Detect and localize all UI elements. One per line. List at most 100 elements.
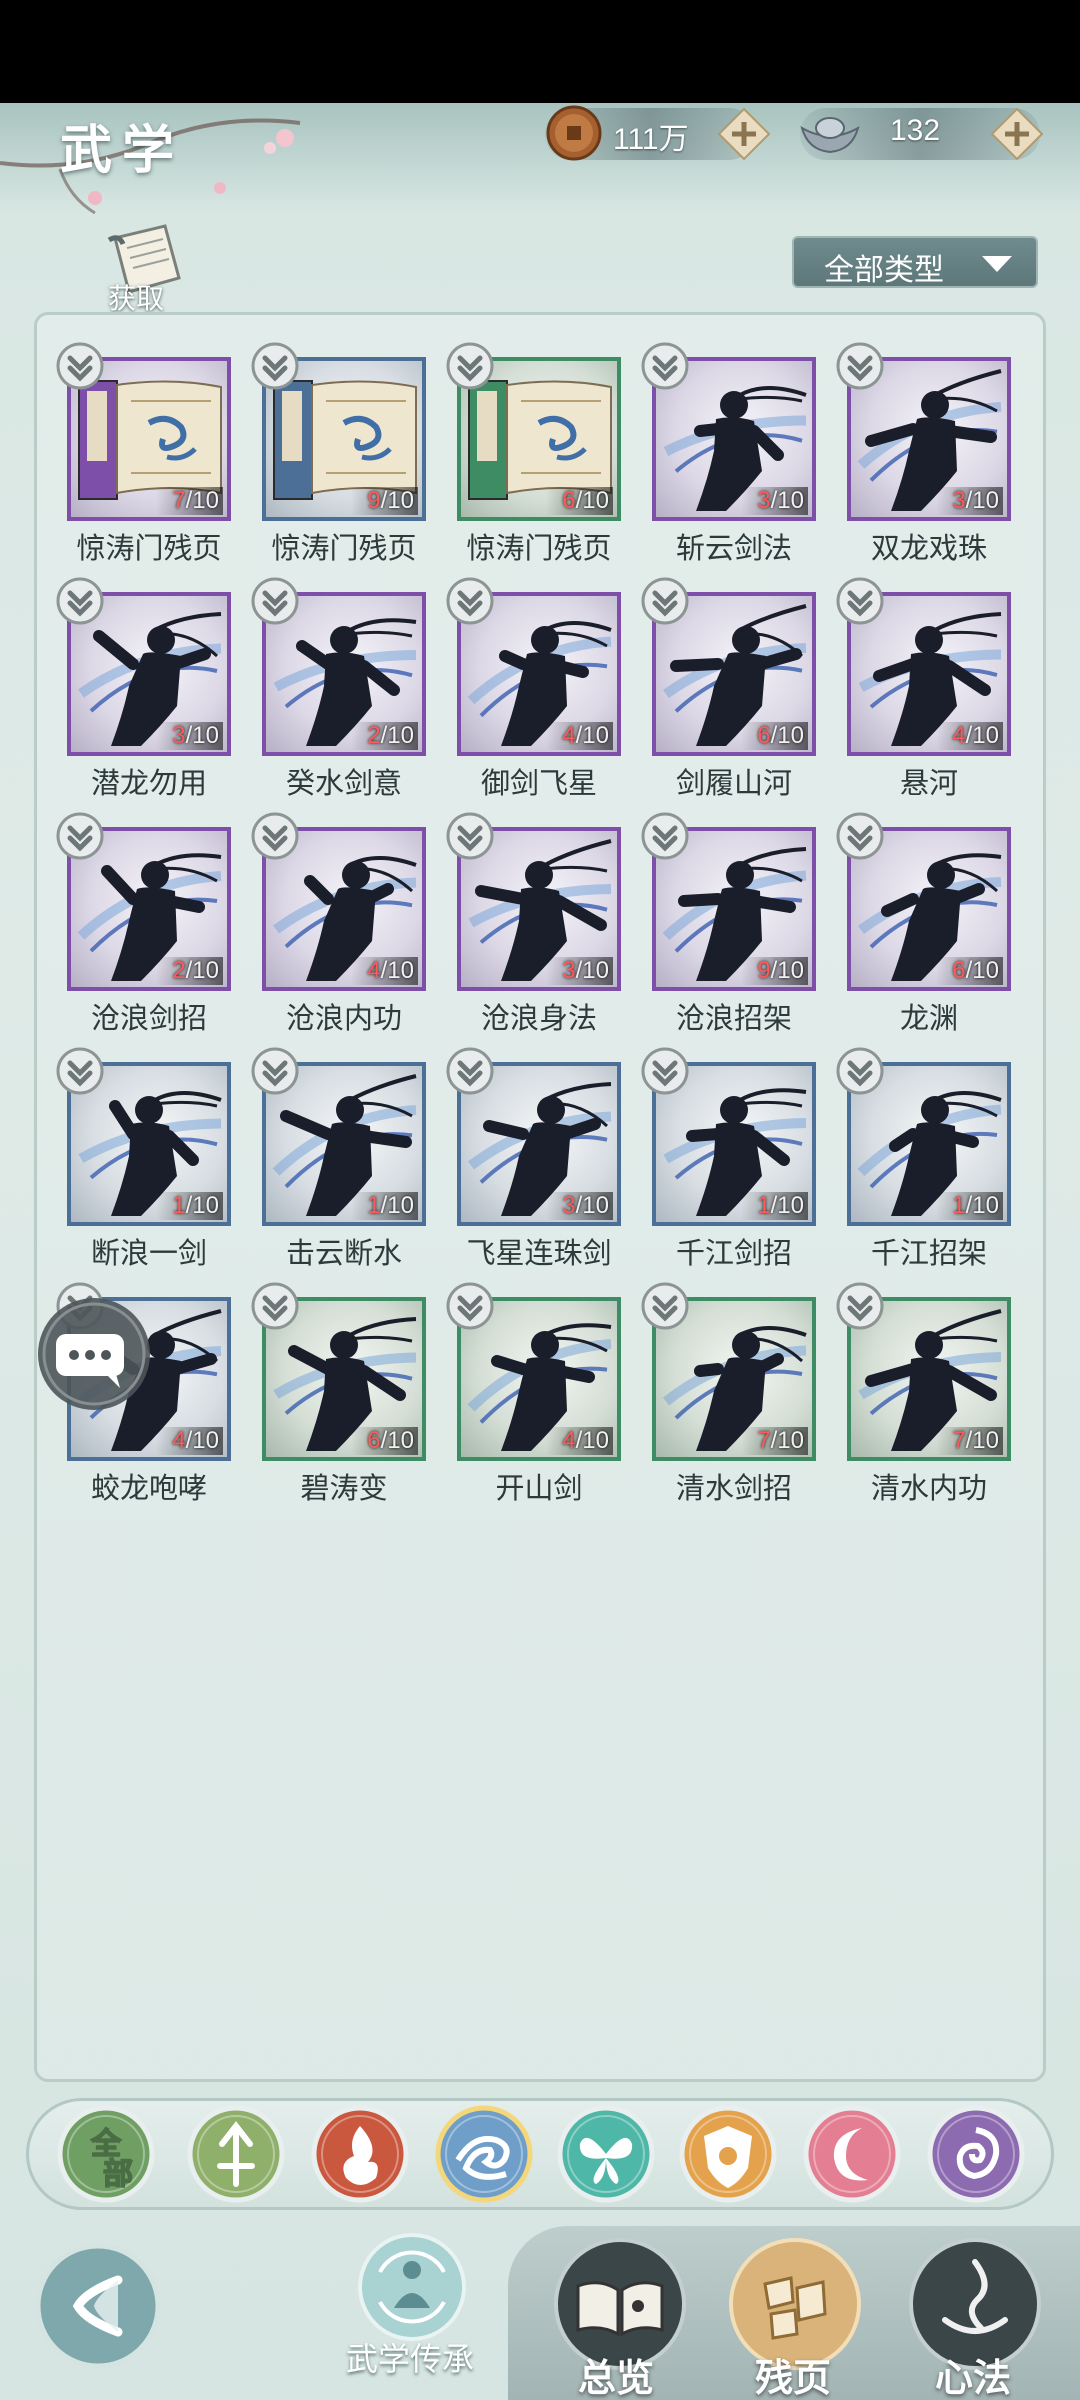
fragment-count: 3/10 (156, 722, 223, 750)
skill-card[interactable]: 3/10 飞星连珠剑 (424, 1017, 621, 1270)
fragment-count-owned: 3 (757, 487, 771, 514)
fragment-count: 7/10 (936, 1427, 1003, 1455)
inheritance-label[interactable]: 武学传承 (346, 2334, 474, 2380)
skill-card[interactable]: 3/10 沧浪身法 (424, 782, 621, 1035)
add-silver-button[interactable] (990, 107, 1044, 161)
skill-card[interactable]: 4/10 御剑飞星 (424, 547, 621, 800)
fragment-count-required: /10 (770, 1192, 804, 1219)
skill-card[interactable]: 7/10 惊涛门残页 (34, 312, 231, 565)
fragment-count-required: /10 (770, 487, 804, 514)
fragment-count: 2/10 (156, 957, 223, 985)
fragment-count-required: /10 (965, 722, 999, 749)
copper-value: 111万 (613, 123, 689, 156)
fragment-count: 7/10 (741, 1427, 808, 1455)
fragment-count-required: /10 (380, 1192, 414, 1219)
fragment-count: 6/10 (741, 722, 808, 750)
skill-card[interactable]: 1/10 千江剑招 (619, 1017, 816, 1270)
skill-card[interactable]: 4/10 开山剑 (424, 1252, 621, 1505)
fragment-count: 3/10 (546, 1192, 613, 1220)
download-badge-icon (641, 577, 689, 625)
fragment-count-owned: 7 (172, 487, 186, 514)
fragment-count-required: /10 (380, 722, 414, 749)
inheritance-icon[interactable] (350, 2232, 474, 2342)
fragment-count-required: /10 (185, 487, 219, 514)
download-badge-icon (251, 1047, 299, 1095)
fragment-count-owned: 4 (562, 1427, 576, 1454)
download-badge-icon (836, 342, 884, 390)
rose-category-icon (927, 2105, 1025, 2203)
arrow-category-tab[interactable] (186, 2104, 286, 2204)
skill-card[interactable]: 3/10 潜龙勿用 (34, 547, 231, 800)
moon-category-tab[interactable] (802, 2104, 902, 2204)
fragment-count-owned: 2 (367, 722, 381, 749)
fragments-label[interactable]: 残页 (755, 2347, 831, 2400)
overview-label[interactable]: 总览 (578, 2347, 654, 2400)
skill-card[interactable]: 1/10 千江招架 (814, 1017, 1011, 1270)
fragment-count: 4/10 (546, 722, 613, 750)
skill-card[interactable]: 3/10 双龙戏珠 (814, 312, 1011, 565)
skill-card[interactable]: 7/10 清水剑招 (619, 1252, 816, 1505)
page-title: 武学 (60, 120, 185, 181)
fragment-count: 4/10 (546, 1427, 613, 1455)
flame-category-icon (311, 2105, 409, 2203)
skill-card[interactable]: 1/10 击云断水 (229, 1017, 426, 1270)
shield-category-tab[interactable] (678, 2104, 778, 2204)
fragment-count-owned: 6 (757, 722, 771, 749)
fragment-count: 1/10 (351, 1192, 418, 1220)
skill-card[interactable]: 6/10 剑履山河 (619, 547, 816, 800)
download-badge-icon (446, 1282, 494, 1330)
fragment-count: 1/10 (741, 1192, 808, 1220)
chat-bubble-button[interactable] (36, 1296, 152, 1412)
skill-card[interactable]: 1/10 断浪一剑 (34, 1017, 231, 1270)
fragment-count-required: /10 (965, 487, 999, 514)
type-filter-dropdown[interactable]: 全部类型 (792, 236, 1038, 288)
butterfly-category-tab[interactable] (556, 2104, 656, 2204)
mind-method-label[interactable]: 心法 (935, 2347, 1011, 2400)
fragment-count-required: /10 (575, 487, 609, 514)
fragment-count: 6/10 (351, 1427, 418, 1455)
back-button[interactable] (34, 2242, 162, 2370)
skill-card[interactable]: 3/10 斩云剑法 (619, 312, 816, 565)
skill-card[interactable]: 6/10 惊涛门残页 (424, 312, 621, 565)
arrow-category-icon (187, 2105, 285, 2203)
skill-grid: 7/10 惊涛门残页 9/10 惊涛门残页 6/10 惊涛门残页 3/10 斩云… (34, 312, 1046, 1512)
fragment-count-owned: 3 (172, 722, 186, 749)
skill-card[interactable]: 6/10 碧涛变 (229, 1252, 426, 1505)
fragment-count-owned: 4 (367, 957, 381, 984)
flame-category-tab[interactable] (310, 2104, 410, 2204)
fragment-count-owned: 9 (757, 957, 771, 984)
skill-card[interactable]: 4/10 沧浪内功 (229, 782, 426, 1035)
skill-card[interactable]: 9/10 沧浪招架 (619, 782, 816, 1035)
download-badge-icon (641, 812, 689, 860)
rose-category-tab[interactable] (926, 2104, 1026, 2204)
download-badge-icon (56, 577, 104, 625)
fragment-count: 9/10 (351, 487, 418, 515)
skill-card[interactable]: 9/10 惊涛门残页 (229, 312, 426, 565)
add-copper-button[interactable] (717, 107, 771, 161)
moon-category-icon (803, 2105, 901, 2203)
fragment-count-owned: 3 (952, 487, 966, 514)
skill-card[interactable]: 2/10 沧浪剑招 (34, 782, 231, 1035)
download-badge-icon (251, 342, 299, 390)
fragment-count-required: /10 (575, 722, 609, 749)
acquire-label[interactable]: 获取 (108, 277, 164, 317)
download-badge-icon (251, 577, 299, 625)
download-badge-icon (56, 812, 104, 860)
skill-card[interactable]: 6/10 龙渊 (814, 782, 1011, 1035)
fragment-count-owned: 4 (952, 722, 966, 749)
fragment-count: 3/10 (741, 487, 808, 515)
wave-category-icon (435, 2105, 533, 2203)
fragment-count: 7/10 (156, 487, 223, 515)
skill-card[interactable]: 2/10 癸水剑意 (229, 547, 426, 800)
skill-card[interactable]: 7/10 清水内功 (814, 1252, 1011, 1505)
fragment-count-owned: 1 (172, 1192, 186, 1219)
all-category-tab[interactable]: 全 部 (56, 2104, 156, 2204)
download-badge-icon (641, 1047, 689, 1095)
download-badge-icon (446, 342, 494, 390)
wave-category-tab[interactable] (434, 2104, 534, 2204)
skill-card[interactable]: 4/10 悬河 (814, 547, 1011, 800)
download-badge-icon (251, 1282, 299, 1330)
fragment-count-owned: 1 (757, 1192, 771, 1219)
download-badge-icon (446, 1047, 494, 1095)
fragment-count-required: /10 (185, 1427, 219, 1454)
